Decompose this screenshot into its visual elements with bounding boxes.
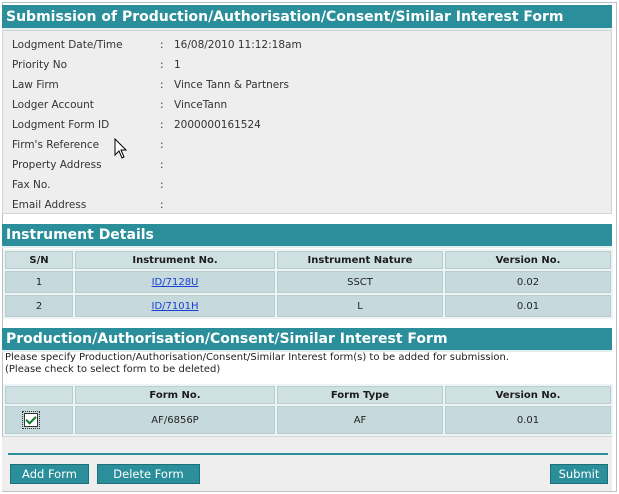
info-colon: :: [160, 59, 164, 71]
info-label: Firm's Reference: [12, 139, 100, 151]
submit-button[interactable]: Submit: [550, 464, 608, 484]
table-row: 1 ID/7128U SSCT 0.02: [5, 271, 611, 293]
forms-table: Form No. Form Type Version No. AF/6856P …: [3, 384, 613, 436]
col-select: [5, 386, 73, 404]
col-form-type: Form Type: [277, 386, 443, 404]
cell-sn: 1: [5, 271, 73, 293]
info-colon: :: [160, 139, 164, 151]
forms-note-line2: (Please check to select form to be delet…: [5, 364, 221, 375]
cell-form-type: AF: [277, 406, 443, 434]
info-colon: :: [160, 79, 164, 91]
select-form-checkbox[interactable]: [22, 411, 40, 429]
info-label: Property Address: [12, 159, 102, 171]
info-label: Lodgment Date/Time: [12, 39, 123, 51]
cell-instrument-no: ID/7128U: [75, 271, 275, 293]
forms-note-line1: Please specify Production/Authorisation/…: [5, 352, 510, 363]
cell-version-no: 0.02: [445, 271, 611, 293]
mouse-pointer-icon: [114, 138, 128, 159]
col-instrument-no: Instrument No.: [75, 251, 275, 269]
info-colon: :: [160, 39, 164, 51]
cell-instrument-no: ID/7101H: [75, 295, 275, 317]
info-colon: :: [160, 99, 164, 111]
info-label: Lodgment Form ID: [12, 119, 110, 131]
instrument-details-header: Instrument Details: [2, 224, 612, 248]
cell-instrument-nature: L: [277, 295, 443, 317]
table-row: AF/6856P AF 0.01: [5, 406, 611, 434]
forms-instructions: Please specify Production/Authorisation/…: [5, 352, 509, 376]
cell-version-no: 0.01: [445, 295, 611, 317]
instrument-link[interactable]: ID/7128U: [152, 277, 199, 288]
forms-section-header: Production/Authorisation/Consent/Similar…: [2, 328, 612, 352]
table-header-row: Form No. Form Type Version No.: [5, 386, 611, 404]
info-label: Fax No.: [12, 179, 51, 191]
table-header-row: S/N Instrument No. Instrument Nature Ver…: [5, 251, 611, 269]
col-version-no: Version No.: [445, 251, 611, 269]
cell-sn: 2: [5, 295, 73, 317]
cell-instrument-nature: SSCT: [277, 271, 443, 293]
cell-select: [5, 406, 73, 434]
divider: [8, 453, 608, 455]
cell-version-no: 0.01: [445, 406, 611, 434]
info-value: 2000000161524: [174, 119, 261, 131]
info-label: Law Firm: [12, 79, 59, 91]
info-value: 1: [174, 59, 181, 71]
button-bar: Add Form Delete Form Submit: [2, 436, 612, 491]
info-colon: :: [160, 119, 164, 131]
col-sn: S/N: [5, 251, 73, 269]
info-value: Vince Tann & Partners: [174, 79, 290, 91]
col-form-no: Form No.: [75, 386, 275, 404]
instrument-link[interactable]: ID/7101H: [152, 301, 199, 312]
info-colon: :: [160, 179, 164, 191]
info-label: Lodger Account: [12, 99, 94, 111]
info-label: Email Address: [12, 199, 87, 211]
lodgement-info-panel: Lodgment Date/Time : 16/08/2010 11:12:18…: [2, 30, 612, 214]
info-value: 16/08/2010 11:12:18am: [174, 39, 302, 51]
instrument-table: S/N Instrument No. Instrument Nature Ver…: [3, 249, 613, 319]
col-version-no: Version No.: [445, 386, 611, 404]
delete-form-button[interactable]: Delete Form: [97, 464, 200, 484]
info-value: VinceTann: [174, 99, 228, 111]
col-instrument-nature: Instrument Nature: [277, 251, 443, 269]
page-title: Submission of Production/Authorisation/C…: [2, 5, 612, 30]
cell-form-no: AF/6856P: [75, 406, 275, 434]
info-colon: :: [160, 159, 164, 171]
add-form-button[interactable]: Add Form: [10, 464, 89, 484]
info-colon: :: [160, 199, 164, 211]
info-label: Priority No: [12, 59, 67, 71]
table-row: 2 ID/7101H L 0.01: [5, 295, 611, 317]
